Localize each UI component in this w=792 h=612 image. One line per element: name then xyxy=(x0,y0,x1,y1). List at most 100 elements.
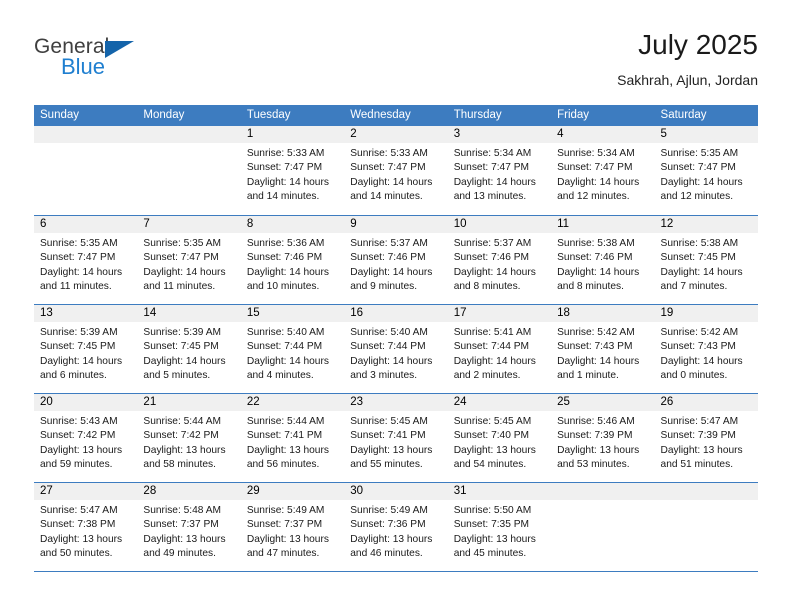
calendar-day-cell[interactable]: 2 Sunrise: 5:33 AM Sunset: 7:47 PM Daylight… xyxy=(344,126,448,215)
daylight-text: Daylight: 13 hours and 53 minutes. xyxy=(557,444,640,470)
day-number: 8 xyxy=(240,216,345,233)
sunset-text: Sunset: 7:35 PM xyxy=(453,519,530,531)
calendar-day-cell[interactable]: 10 Sunrise: 5:37 AM Sunset: 7:46 PM Dayligh… xyxy=(447,216,552,304)
sunset-text: Sunset: 7:46 PM xyxy=(453,252,530,264)
calendar-day-cell[interactable]: 7 Sunrise: 5:35 AM Sunset: 7:47 PM Daylight… xyxy=(137,216,241,304)
calendar-day-cell[interactable]: 29 Sunrise: 5:49 AM Sunset: 7:37 PM Dayligh… xyxy=(240,483,345,571)
day-details: Sunrise: 5:40 AM Sunset: 7:44 PM Daylight:… xyxy=(344,322,447,383)
sunset-text: Sunset: 7:42 PM xyxy=(40,430,116,442)
calendar-day-cell[interactable]: 11 Sunrise: 5:38 AM Sunset: 7:46 PM Dayligh… xyxy=(551,216,655,304)
calendar-day-cell[interactable]: 24 Sunrise: 5:45 AM Sunset: 7:40 PM Dayligh… xyxy=(447,394,552,482)
day-number: 10 xyxy=(447,216,552,233)
calendar-day-cell[interactable]: 4 Sunrise: 5:34 AM Sunset: 7:47 PM Daylight… xyxy=(551,126,655,215)
daylight-text: Daylight: 14 hours and 12 minutes. xyxy=(557,176,640,202)
day-details: Sunrise: 5:35 AM Sunset: 7:47 PM Daylight:… xyxy=(655,143,758,204)
calendar-day-cell[interactable]: 17 Sunrise: 5:41 AM Sunset: 7:44 PM Dayligh… xyxy=(447,305,552,393)
day-number: 20 xyxy=(34,394,138,411)
calendar-day-cell[interactable]: 12 Sunrise: 5:38 AM Sunset: 7:45 PM Dayligh… xyxy=(654,216,758,304)
sunrise-text: Sunrise: 5:50 AM xyxy=(453,505,532,516)
sunrise-text: Sunrise: 5:40 AM xyxy=(246,327,325,338)
sunset-text: Sunset: 7:47 PM xyxy=(660,162,736,174)
calendar-day-cell[interactable]: 28 Sunrise: 5:48 AM Sunset: 7:37 PM Dayligh… xyxy=(137,483,241,571)
daylight-text: Daylight: 13 hours and 55 minutes. xyxy=(350,444,433,470)
calendar-day-cell[interactable]: 18 Sunrise: 5:42 AM Sunset: 7:43 PM Dayligh… xyxy=(551,305,655,393)
day-number: 14 xyxy=(137,305,241,322)
calendar-week-row: 1 Sunrise: 5:33 AM Sunset: 7:47 PM Daylight… xyxy=(34,126,758,215)
day-header-monday: Monday xyxy=(143,109,185,121)
daylight-text: Daylight: 14 hours and 14 minutes. xyxy=(350,176,433,202)
calendar-day-cell-empty xyxy=(654,483,758,571)
daylight-text: Daylight: 13 hours and 51 minutes. xyxy=(660,444,743,470)
day-details: Sunrise: 5:35 AM Sunset: 7:47 PM Daylight:… xyxy=(34,233,137,294)
sunrise-text: Sunrise: 5:39 AM xyxy=(40,327,118,338)
calendar-day-cell[interactable]: 8 Sunrise: 5:36 AM Sunset: 7:46 PM Daylight… xyxy=(240,216,345,304)
general-blue-logo[interactable]: General Blue xyxy=(34,36,154,88)
sunrise-text: Sunrise: 5:35 AM xyxy=(660,148,739,159)
day-number: 6 xyxy=(34,216,138,233)
day-details: Sunrise: 5:48 AM Sunset: 7:37 PM Daylight:… xyxy=(137,500,240,561)
sunset-text: Sunset: 7:42 PM xyxy=(143,430,219,442)
day-details xyxy=(551,500,654,504)
daylight-text: Daylight: 13 hours and 54 minutes. xyxy=(453,444,536,470)
calendar-day-cell[interactable]: 3 Sunrise: 5:34 AM Sunset: 7:47 PM Daylight… xyxy=(447,126,552,215)
day-number: 16 xyxy=(344,305,448,322)
calendar-day-cell[interactable]: 6 Sunrise: 5:35 AM Sunset: 7:47 PM Daylight… xyxy=(34,216,138,304)
day-number: 3 xyxy=(447,126,552,143)
calendar-day-cell[interactable]: 22 Sunrise: 5:44 AM Sunset: 7:41 PM Dayligh… xyxy=(240,394,345,482)
calendar-day-cell[interactable]: 23 Sunrise: 5:45 AM Sunset: 7:41 PM Dayligh… xyxy=(344,394,448,482)
calendar-day-cell[interactable]: 19 Sunrise: 5:42 AM Sunset: 7:43 PM Dayligh… xyxy=(654,305,758,393)
daylight-text: Daylight: 14 hours and 8 minutes. xyxy=(453,266,536,292)
sunset-text: Sunset: 7:45 PM xyxy=(40,341,116,353)
day-header-sunday: Sunday xyxy=(40,109,80,121)
sunrise-text: Sunrise: 5:42 AM xyxy=(557,327,635,338)
calendar-day-cell[interactable]: 14 Sunrise: 5:39 AM Sunset: 7:45 PM Dayligh… xyxy=(137,305,241,393)
sunset-text: Sunset: 7:40 PM xyxy=(453,430,530,442)
page-title: July 2025 xyxy=(638,29,758,60)
day-details: Sunrise: 5:44 AM Sunset: 7:42 PM Daylight:… xyxy=(137,411,240,472)
day-number xyxy=(654,483,758,500)
calendar-day-cell[interactable]: 21 Sunrise: 5:44 AM Sunset: 7:42 PM Dayligh… xyxy=(137,394,241,482)
calendar-week-row: 20 Sunrise: 5:43 AM Sunset: 7:42 PM Dayligh… xyxy=(34,393,758,482)
calendar-day-cell[interactable]: 16 Sunrise: 5:40 AM Sunset: 7:44 PM Dayligh… xyxy=(344,305,448,393)
sunrise-text: Sunrise: 5:41 AM xyxy=(453,327,532,338)
sunset-text: Sunset: 7:39 PM xyxy=(660,430,736,442)
calendar-day-cell[interactable]: 31 Sunrise: 5:50 AM Sunset: 7:35 PM Dayligh… xyxy=(447,483,552,571)
sunset-text: Sunset: 7:47 PM xyxy=(453,162,530,174)
daylight-text: Daylight: 13 hours and 58 minutes. xyxy=(143,444,226,470)
calendar-day-cell[interactable]: 26 Sunrise: 5:47 AM Sunset: 7:39 PM Dayligh… xyxy=(654,394,758,482)
sunset-text: Sunset: 7:39 PM xyxy=(557,430,633,442)
calendar-day-cell[interactable]: 20 Sunrise: 5:43 AM Sunset: 7:42 PM Dayligh… xyxy=(34,394,138,482)
calendar-day-cell[interactable]: 30 Sunrise: 5:49 AM Sunset: 7:36 PM Dayligh… xyxy=(344,483,448,571)
calendar-day-cell[interactable]: 13 Sunrise: 5:39 AM Sunset: 7:45 PM Dayligh… xyxy=(34,305,138,393)
sunrise-text: Sunrise: 5:33 AM xyxy=(350,148,428,159)
day-number: 12 xyxy=(654,216,758,233)
calendar-day-cell[interactable]: 15 Sunrise: 5:40 AM Sunset: 7:44 PM Dayligh… xyxy=(240,305,345,393)
sunrise-text: Sunrise: 5:38 AM xyxy=(557,238,635,249)
day-details: Sunrise: 5:39 AM Sunset: 7:45 PM Daylight:… xyxy=(137,322,240,383)
day-number: 21 xyxy=(137,394,241,411)
calendar-day-cell[interactable]: 9 Sunrise: 5:37 AM Sunset: 7:46 PM Daylight… xyxy=(344,216,448,304)
day-number: 23 xyxy=(344,394,448,411)
day-details: Sunrise: 5:41 AM Sunset: 7:44 PM Daylight:… xyxy=(448,322,551,383)
day-of-week-header-row: Sunday Monday Tuesday Wednesday Thursday Frid… xyxy=(34,105,758,126)
day-details: Sunrise: 5:34 AM Sunset: 7:47 PM Daylight:… xyxy=(448,143,551,204)
calendar-day-cell[interactable]: 27 Sunrise: 5:47 AM Sunset: 7:38 PM Dayligh… xyxy=(34,483,138,571)
daylight-text: Daylight: 14 hours and 13 minutes. xyxy=(453,176,536,202)
calendar-day-cell-empty xyxy=(551,483,655,571)
daylight-text: Daylight: 13 hours and 56 minutes. xyxy=(246,444,329,470)
page-header: General Blue July 2025 Sakhrah, Ajlun, J… xyxy=(34,28,758,98)
calendar-day-cell[interactable]: 1 Sunrise: 5:33 AM Sunset: 7:47 PM Daylight… xyxy=(240,126,345,215)
day-number: 13 xyxy=(34,305,138,322)
sunset-text: Sunset: 7:47 PM xyxy=(350,162,426,174)
sunrise-text: Sunrise: 5:34 AM xyxy=(557,148,635,159)
sunset-text: Sunset: 7:46 PM xyxy=(350,252,426,264)
day-number: 30 xyxy=(344,483,448,500)
day-details: Sunrise: 5:33 AM Sunset: 7:47 PM Daylight:… xyxy=(241,143,344,204)
sunset-text: Sunset: 7:46 PM xyxy=(246,252,323,264)
day-number: 29 xyxy=(240,483,345,500)
sunrise-text: Sunrise: 5:35 AM xyxy=(40,238,118,249)
daylight-text: Daylight: 14 hours and 1 minute. xyxy=(557,355,640,381)
sunrise-text: Sunrise: 5:40 AM xyxy=(350,327,428,338)
calendar-day-cell[interactable]: 25 Sunrise: 5:46 AM Sunset: 7:39 PM Dayligh… xyxy=(551,394,655,482)
calendar-day-cell[interactable]: 5 Sunrise: 5:35 AM Sunset: 7:47 PM Daylight… xyxy=(654,126,758,215)
